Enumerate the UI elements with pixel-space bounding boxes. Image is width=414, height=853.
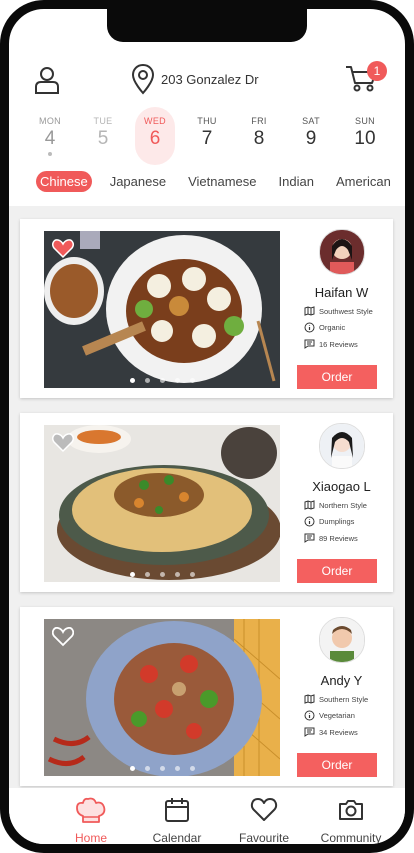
cart-button[interactable]: 1 xyxy=(345,61,387,97)
meal-card: Xiaogao L Northern Style Dumplings 89 Re… xyxy=(20,413,393,592)
day-sat[interactable]: SAT 9 xyxy=(291,107,331,165)
day-thu[interactable]: THU 7 xyxy=(187,107,227,165)
chef-avatar[interactable] xyxy=(318,617,365,663)
dish-tag: Organic xyxy=(304,322,393,333)
carousel-dots xyxy=(44,766,280,771)
bottom-tab-bar: Home Calendar Favourite Community xyxy=(9,788,405,844)
cuisine-tab-chinese[interactable]: Chinese xyxy=(36,170,92,192)
review-count[interactable]: 16 Reviews xyxy=(304,339,393,349)
chef-info: Xiaogao L Northern Style Dumplings 89 Re… xyxy=(290,421,393,543)
cuisine-style: Southwest Style xyxy=(304,306,393,316)
calendar-icon xyxy=(165,798,189,822)
day-selector: MON 4 TUE 5 WED 6 THU 7 FRI 8 SAT 9 SUN … xyxy=(9,107,405,169)
chef-name: Haifan W xyxy=(314,285,369,300)
carousel-dots xyxy=(44,572,280,577)
camera-icon xyxy=(339,800,363,820)
chef-info: Andy Y Southern Style Vegetarian 34 Revi… xyxy=(290,615,393,737)
chef-hat-icon xyxy=(76,797,106,823)
cuisine-tabs: Chinese Japanese Vietnamese Indian Ameri… xyxy=(36,166,405,196)
review-count[interactable]: 34 Reviews xyxy=(304,727,393,737)
tab-community[interactable]: Community xyxy=(311,796,391,844)
map-icon xyxy=(304,306,315,316)
chef-name: Andy Y xyxy=(320,673,363,688)
cuisine-tab-japanese[interactable]: Japanese xyxy=(106,171,170,192)
meal-photo[interactable] xyxy=(44,425,280,582)
info-icon xyxy=(304,516,315,527)
address-text: 203 Gonzalez Dr xyxy=(161,71,259,87)
chef-info: Haifan W Southwest Style Organic 16 Revi… xyxy=(290,227,393,349)
dish-tag: Vegetarian xyxy=(304,710,393,721)
review-count[interactable]: 89 Reviews xyxy=(304,533,393,543)
cuisine-tab-american[interactable]: American xyxy=(332,171,395,192)
phone-frame: 203 Gonzalez Dr 1 MON 4 TUE 5 WED 6 THU … xyxy=(0,0,414,853)
order-button[interactable]: Order xyxy=(297,753,377,777)
chef-name: Xiaogao L xyxy=(312,479,371,494)
day-fri[interactable]: FRI 8 xyxy=(239,107,279,165)
map-icon xyxy=(304,694,315,704)
cuisine-tab-indian[interactable]: Indian xyxy=(275,171,318,192)
info-icon xyxy=(304,710,315,721)
order-button[interactable]: Order xyxy=(297,559,377,583)
favorite-heart-icon[interactable] xyxy=(52,433,74,453)
day-tue[interactable]: TUE 5 xyxy=(83,107,123,165)
favorite-heart-icon[interactable] xyxy=(51,626,75,647)
cuisine-tab-vietnamese[interactable]: Vietnamese xyxy=(184,171,260,192)
meal-card: Haifan W Southwest Style Organic 16 Revi… xyxy=(20,219,393,398)
chef-avatar[interactable] xyxy=(318,229,365,275)
comment-icon xyxy=(304,339,315,349)
dish-tag: Dumplings xyxy=(304,516,393,527)
day-wed[interactable]: WED 6 xyxy=(135,107,175,165)
map-icon xyxy=(304,500,315,510)
chef-avatar[interactable] xyxy=(318,423,365,469)
meal-photo[interactable] xyxy=(44,231,280,388)
cart-count-badge: 1 xyxy=(367,61,387,81)
meal-photo[interactable] xyxy=(44,619,280,776)
user-icon[interactable] xyxy=(33,65,61,95)
favorite-heart-icon[interactable] xyxy=(52,239,74,259)
notch xyxy=(107,9,307,42)
order-button[interactable]: Order xyxy=(297,365,377,389)
heart-icon xyxy=(250,798,278,821)
location-selector[interactable]: 203 Gonzalez Dr xyxy=(131,63,259,95)
cuisine-style: Southern Style xyxy=(304,694,393,704)
comment-icon xyxy=(304,533,315,543)
tab-calendar[interactable]: Calendar xyxy=(137,796,217,844)
meal-card: Andy Y Southern Style Vegetarian 34 Revi… xyxy=(20,607,393,786)
meal-feed[interactable]: Haifan W Southwest Style Organic 16 Revi… xyxy=(9,206,405,788)
location-pin-icon xyxy=(131,63,155,95)
tab-home[interactable]: Home xyxy=(51,796,131,844)
tab-favourite[interactable]: Favourite xyxy=(224,796,304,844)
header: 203 Gonzalez Dr 1 xyxy=(9,59,405,99)
cuisine-style: Northern Style xyxy=(304,500,393,510)
carousel-dots xyxy=(44,378,280,383)
day-indicator-dot xyxy=(48,152,52,156)
day-mon[interactable]: MON 4 xyxy=(30,107,70,165)
comment-icon xyxy=(304,727,315,737)
info-icon xyxy=(304,322,315,333)
day-sun[interactable]: SUN 10 xyxy=(345,107,385,165)
